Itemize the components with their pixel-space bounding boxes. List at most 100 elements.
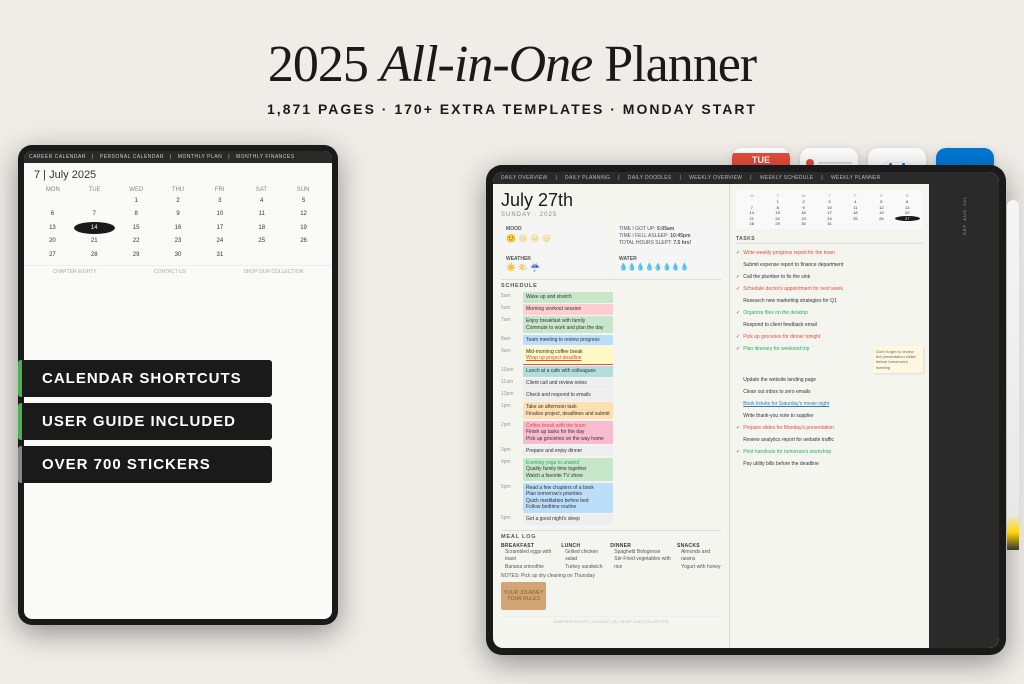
pencil-decoration <box>1007 200 1019 550</box>
schedule-item-10am: 10am Lunch at a cafe with colleagues <box>501 366 721 377</box>
schedule-item-5pm: 5pm Read a few chapters of a bookPlan to… <box>501 483 721 513</box>
task-8: ✓ Pick up groceries for dinner tonight <box>736 334 923 341</box>
nav-sep2: | <box>170 154 172 160</box>
mood-section: MOOD 🙂 😊 😐 😔 <box>501 223 608 249</box>
meal-lunch: LUNCH Grilled chicken saladTurkey sandwi… <box>561 543 606 572</box>
calendar-days-grid: 1 2 3 4 5 6 7 8 9 10 11 12 13 14 15 16 1… <box>32 195 324 261</box>
weather-icons: ☀️ 🌤️ ☔ <box>506 263 603 272</box>
nav-career: CAREER CALENDAR <box>29 154 86 160</box>
feature-label-3: OVER 700 STICKERS <box>42 456 211 473</box>
feature-badge-stickers: OVER 700 STICKERS <box>18 446 272 483</box>
line-1 <box>818 162 852 164</box>
title-italic: All-in-One <box>380 36 592 93</box>
task-7: ✓ Respond to client feedback email <box>736 322 923 329</box>
task-9-row: ✓ Plan itinerary for weekend trip Don't … <box>736 346 923 373</box>
right-sidebar: JUL AUG SEP <box>929 184 999 648</box>
left-footer: CHAPTER EIGHTY CONTACT US SHOP OUR COLLE… <box>24 265 332 278</box>
water-label: WATER <box>619 256 716 262</box>
schedule-label: SCHEDULE <box>501 279 721 289</box>
post-it-note: Don't forget to review the presentation … <box>873 346 923 373</box>
title-suffix: Planner <box>592 36 756 93</box>
right-tablet: DAILY OVERVIEW | DAILY PLANNING | DAILY … <box>486 165 1006 655</box>
tasks-panel: MTWTFSS 123456 78910111213 1415161718192… <box>729 184 929 648</box>
task-14: ✓ Prepare slides for Monday's presentati… <box>736 425 923 432</box>
hero-section: 2025 All-in-One Planner 1,871 PAGES · 17… <box>0 0 1024 117</box>
feature-badge-guide: USER GUIDE INCLUDED <box>18 403 272 440</box>
hero-stats: 1,871 PAGES · 170+ EXTRA TEMPLATES · MON… <box>0 101 1024 117</box>
mood-weather-row: MOOD 🙂 😊 😐 😔 TIME I GOT UP: 5:05am TIME … <box>501 223 721 249</box>
meal-breakfast: BREAKFAST Scrambled eggs with toastBanan… <box>501 543 557 572</box>
task-6: ✓ Organize files on the desktop <box>736 310 923 317</box>
schedule-item-7am: 7am Enjoy breakfast with familyCommute t… <box>501 316 721 333</box>
rnav-5: WEEKLY SCHEDULE <box>760 175 814 181</box>
mood-icon-2: 😊 <box>518 234 528 243</box>
feature-label-1: CALENDAR SHORTCUTS <box>42 370 242 387</box>
calendar-grid: MON TUE WED THU FRI SAT SUN 1 2 3 4 5 6 … <box>24 183 332 265</box>
schedule-item-8am: 8am Team meeting to review progress <box>501 335 721 346</box>
nav-personal: PERSONAL CALENDAR <box>100 154 164 160</box>
weather-label: WEATHER <box>506 256 603 262</box>
mood-icons: 🙂 😊 😐 😔 <box>506 234 603 243</box>
sidebar-month-3: SEP <box>962 224 967 235</box>
rnav-3: DAILY DOODLES <box>628 175 672 181</box>
calendar-days-header: MON TUE WED THU FRI SAT SUN <box>32 187 324 193</box>
rnav-6: WEEKLY PLANNER <box>831 175 881 181</box>
task-10: ✓ Update the website landing page <box>736 377 923 384</box>
task-2: ✓ Submit expense report to finance depar… <box>736 262 923 269</box>
meal-log: MEAL LOG BREAKFAST Scrambled eggs with t… <box>501 530 721 611</box>
mood-icon-4: 😔 <box>542 234 552 243</box>
schedule-item-6am: 6am Morning workout session <box>501 304 721 315</box>
sidebar-month-label: JUL <box>962 196 967 206</box>
meal-extras: YOUR JOURNEYYOUR RULES <box>501 582 721 610</box>
month-date-label: 7 | July 2025 <box>34 169 96 181</box>
schedule-item-12pm: 12pm Check and respond to emails <box>501 390 721 401</box>
task-17: ✓ Pay utility bills before the deadline <box>736 461 923 468</box>
right-content: July 27th SUNDAY · 2025 MOOD 🙂 😊 😐 😔 <box>493 184 999 648</box>
right-footer: CHAPTER EIGHTY | CONTACT US | SHOP OUR C… <box>501 616 721 624</box>
total-sleep: TOTAL HOURS SLEPT: 7.5 hrs! <box>619 240 716 246</box>
schedule-item-1pm: 1pm Take an afternoon taskFinalize proje… <box>501 402 721 419</box>
feature-badge-calendar: CALENDAR SHORTCUTS <box>18 360 272 397</box>
task-5: ✓ Research new marketing strategies for … <box>736 298 923 305</box>
rnav-1: DAILY OVERVIEW <box>501 175 547 181</box>
mood-label: MOOD <box>506 226 603 232</box>
schedule-item-11am: 11am Client call and review notes <box>501 378 721 389</box>
time-got-up: TIME I GOT UP: 5:05am <box>619 226 716 232</box>
nav-sep1: | <box>92 154 94 160</box>
meal-notes: NOTES: Pick up dry cleaning on Thursday <box>501 573 721 579</box>
tasks-label: TASKS <box>736 236 923 244</box>
mood-icon-1: 🙂 <box>506 234 516 243</box>
journey-stamp: YOUR JOURNEYYOUR RULES <box>501 582 546 610</box>
daily-sub: SUNDAY · 2025 <box>501 212 721 218</box>
meal-cols: BREAKFAST Scrambled eggs with toastBanan… <box>501 543 721 572</box>
task-11: ✓ Clean out inbox to zero emails <box>736 389 923 396</box>
mini-cal-header: MTWTFSS <box>739 193 920 198</box>
schedule-item-2pm: 2pm Coffee break with the teamFinish up … <box>501 421 721 445</box>
task-16: ✓ Print handouts for tomorrow's workshop <box>736 449 923 456</box>
left-nav: CAREER CALENDAR | PERSONAL CALENDAR | MO… <box>24 151 332 163</box>
right-main: July 27th SUNDAY · 2025 MOOD 🙂 😊 😐 😔 <box>493 184 729 648</box>
nav-monthly: MONTHLY PLAN <box>178 154 222 160</box>
rnav-2: DAILY PLANNING <box>565 175 610 181</box>
mood-icon-3: 😐 <box>530 234 540 243</box>
task-3: ✓ Call the plumber to fix the sink <box>736 274 923 281</box>
task-1: ✓ Write weekly progress report for the t… <box>736 250 923 257</box>
feature-label-2: USER GUIDE INCLUDED <box>42 413 236 430</box>
task-9: ✓ Plan itinerary for weekend trip <box>736 346 870 353</box>
task-4: ✓ Schedule doctor's appointment for next… <box>736 286 923 293</box>
right-nav: DAILY OVERVIEW | DAILY PLANNING | DAILY … <box>493 172 999 184</box>
daily-date: July 27th <box>501 190 721 211</box>
weather-water-row: WEATHER ☀️ 🌤️ ☔ WATER 💧💧💧💧💧💧💧💧 <box>501 253 721 275</box>
time-fell-asleep: TIME I FELL ASLEEP: 10:45pm <box>619 233 716 239</box>
meal-label: MEAL LOG <box>501 530 721 540</box>
task-12: ✓ Book tickets for Saturday's movie nigh… <box>736 401 923 408</box>
mini-calendar: MTWTFSS 123456 78910111213 1415161718192… <box>736 190 923 229</box>
task-15: ✓ Review analytics report for website tr… <box>736 437 923 444</box>
meal-snacks: SNACKS Almonds and raisinsYogurt with ho… <box>677 543 721 572</box>
sidebar-month-2: AUG <box>962 209 967 221</box>
page-title: 2025 All-in-One Planner <box>0 18 1024 93</box>
meal-dinner: DINNER Spaghetti BologneseStir-Fried veg… <box>610 543 673 572</box>
schedule-item-6pm: 6pm Get a good night's sleep <box>501 514 721 525</box>
task-13: ✓ Write thank-you note to supplier <box>736 413 923 420</box>
schedule-item-9am: 9am Mid-morning coffee breakWrap up proj… <box>501 347 721 365</box>
